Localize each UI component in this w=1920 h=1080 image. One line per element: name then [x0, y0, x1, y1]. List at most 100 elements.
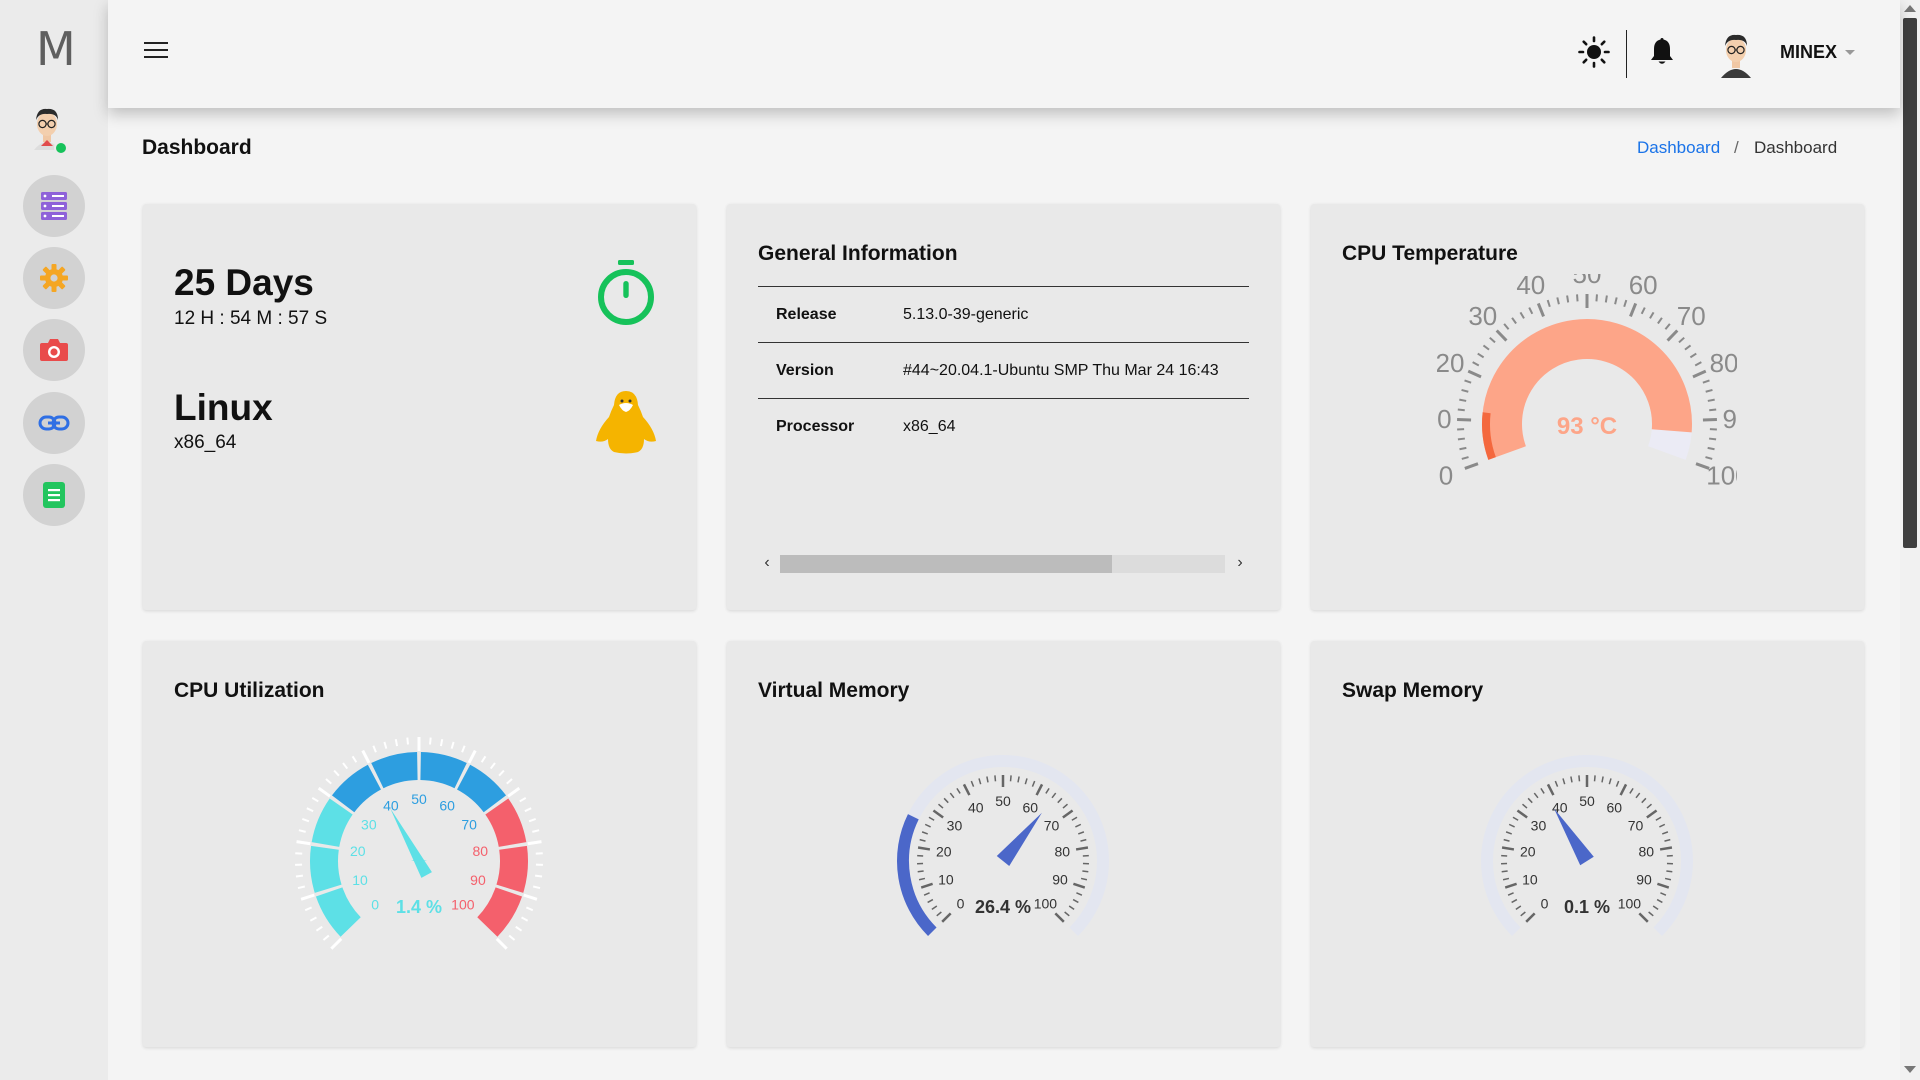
gauge-tick-label: 10	[1522, 871, 1538, 887]
top-header: MINEX	[108, 0, 1900, 108]
chevron-down-icon[interactable]	[1845, 50, 1855, 55]
gauge-tick	[1064, 911, 1070, 917]
app-logo[interactable]: M	[36, 22, 76, 76]
page-scrollbar[interactable]	[1900, 0, 1920, 1080]
gauge-tick	[1521, 803, 1528, 809]
gauge-tick-label: 60	[1629, 274, 1658, 300]
os-arch: x86_64	[174, 432, 237, 453]
gauge-tick	[1508, 823, 1515, 828]
gauge-tick	[528, 818, 537, 823]
gauge-tick	[1540, 787, 1545, 794]
gauge-tick-label: 20	[350, 843, 366, 859]
gauge-tick-label: 10	[938, 871, 954, 887]
user-avatar[interactable]	[1716, 30, 1756, 78]
gauge-tick	[1511, 898, 1518, 904]
cpu-utilization-gauge: 010 20 30 40 50 60 70 80 90 100 1.4 %	[295, 737, 543, 950]
gauge-tick	[317, 786, 331, 798]
gauge-tick	[322, 934, 330, 941]
notification-bell-icon[interactable]	[1648, 36, 1676, 66]
gauge-band-segment	[331, 764, 382, 813]
gauge-tick	[1640, 307, 1646, 315]
link-icon	[38, 415, 70, 431]
gauge-tick	[527, 840, 542, 846]
scroll-left-arrow-icon[interactable]: ‹	[758, 552, 776, 574]
gauge-tick	[1638, 912, 1649, 923]
sidebar-item-camera[interactable]	[23, 319, 85, 381]
gauge-tick	[315, 925, 323, 932]
scrollbar-thumb[interactable]	[1903, 18, 1917, 548]
scroll-up-arrow-icon[interactable]	[1904, 5, 1916, 12]
scroll-down-arrow-icon[interactable]	[1904, 1066, 1916, 1073]
virtual-memory-card: Virtual Memory 0 10 20 30 40 50 60 70 80 90 100 26.…	[727, 641, 1280, 1047]
gauge-tick	[1461, 456, 1469, 460]
gauge-tick	[1009, 775, 1012, 782]
gauge-tick	[1017, 776, 1020, 783]
gauge-tick	[534, 874, 543, 878]
cpu-temperature-card: CPU Temperature 010203040506070809010093…	[1311, 204, 1864, 610]
uptime-time: 12 H : 54 M : 57 S	[174, 308, 328, 329]
gauge-tick	[1646, 803, 1653, 809]
sidebar-item-servers[interactable]	[23, 175, 85, 237]
gauge-tick	[1595, 294, 1598, 302]
gauge-tick	[1533, 792, 1539, 799]
gauge-tick	[1527, 797, 1533, 804]
gauge-tick	[1528, 307, 1534, 315]
gauge-tick	[1495, 329, 1508, 342]
gauge-tick	[1068, 905, 1075, 910]
gauge-tick-label: 90	[1636, 871, 1652, 887]
gauge-tick-label: 100	[1034, 895, 1058, 911]
table-horizontal-scrollbar[interactable]: ‹ ›	[758, 552, 1249, 574]
breadcrumb-link[interactable]: Dashboard	[1637, 138, 1720, 158]
swap-memory-card: Swap Memory 0 10 20 30 40 50 60 70 80 90 100 0.1 %	[1311, 641, 1864, 1047]
user-name-dropdown[interactable]: MINEX	[1780, 42, 1837, 63]
gauge-tick	[1709, 437, 1717, 441]
gauge-tick-label: 20	[936, 844, 952, 860]
gauge-tick-label: 20	[1437, 348, 1464, 378]
sidebar-item-settings[interactable]	[23, 247, 85, 309]
gauge-tick	[1684, 344, 1692, 351]
swap-memory-title: Swap Memory	[1342, 679, 1484, 702]
gauge-tick	[1664, 838, 1671, 842]
gauge-tick	[1666, 329, 1679, 342]
scroll-right-arrow-icon[interactable]: ›	[1231, 552, 1249, 574]
gauge-tick	[943, 797, 949, 804]
gauge-tick-label: 100	[1618, 895, 1642, 911]
general-information-title: General Information	[758, 242, 958, 265]
gauge-band-segment	[371, 752, 419, 789]
gauge-tick	[921, 831, 928, 835]
sidebar-item-notes[interactable]	[23, 464, 85, 526]
hamburger-menu-button[interactable]	[144, 42, 168, 62]
gauge-tick	[1457, 437, 1465, 441]
gauge-tick	[525, 906, 534, 912]
scrollbar-thumb[interactable]	[780, 555, 1112, 573]
release-label: Release	[776, 305, 837, 323]
gauge-tick	[1082, 870, 1089, 873]
gauge-tick-label: 40	[1516, 274, 1545, 300]
gauge-tick	[524, 807, 532, 813]
gauge-tick	[1662, 831, 1669, 835]
gauge-tick	[1501, 846, 1515, 851]
gauge-tick	[1525, 912, 1536, 923]
cpu-temperature-title: CPU Temperature	[1342, 242, 1518, 265]
gauge-tick	[523, 893, 538, 901]
sidebar-item-links[interactable]	[23, 392, 85, 454]
gauge-tick	[1656, 882, 1670, 889]
gauge-tick-label: 50	[1579, 793, 1595, 809]
release-value: 5.13.0-39-generic	[903, 305, 1029, 323]
version-label: Version	[776, 361, 834, 379]
gauge-tick	[1692, 369, 1707, 379]
gauge-tick	[1678, 336, 1685, 344]
camera-icon	[40, 339, 68, 361]
gauge-tick	[1652, 905, 1659, 910]
gauge-tick-label: 30	[1468, 301, 1497, 331]
stopwatch-icon	[598, 260, 654, 325]
gauge-tick	[383, 741, 388, 749]
gauge-tick	[489, 762, 496, 770]
gauge-tick-label: 30	[361, 816, 377, 832]
gauge-tick	[924, 823, 931, 828]
gauge-tick-label: 80	[1638, 844, 1654, 860]
gauge-tick-label: 80	[1710, 348, 1737, 378]
gauge-tick	[949, 792, 955, 799]
gauge-tick-label: 0	[957, 895, 965, 911]
theme-toggle-sun-icon[interactable]	[1578, 36, 1610, 68]
